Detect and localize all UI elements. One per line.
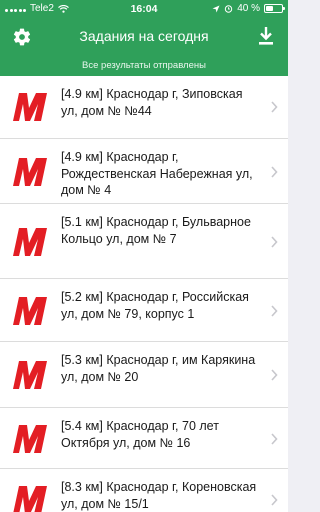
- magnit-m-logo-icon: [13, 228, 47, 256]
- chevron-right-icon: [271, 101, 278, 113]
- task-address: [5.2 км] Краснодар г, Российская ул, дом…: [61, 290, 249, 321]
- task-row[interactable]: [5.4 км] Краснодар г, 70 лет Октября ул,…: [0, 407, 288, 468]
- chevron-right-icon: [271, 305, 278, 317]
- chevron-right-icon: [271, 433, 278, 445]
- magnit-m-logo-icon: [13, 158, 47, 186]
- task-row[interactable]: [5.3 км] Краснодар г, им Карякина ул, до…: [0, 341, 288, 407]
- task-address: [5.3 км] Краснодар г, им Карякина ул, до…: [61, 353, 256, 384]
- task-row[interactable]: [5.1 км] Краснодар г, Бульварное Кольцо …: [0, 203, 288, 278]
- app-header: Tele2 16:04 40 % Задания на сегодня Все …: [0, 0, 288, 76]
- chevron-right-icon: [271, 166, 278, 178]
- magnit-m-logo-icon: [13, 425, 47, 453]
- battery-icon: [264, 4, 285, 13]
- page-title: Задания на сегодня: [79, 28, 209, 44]
- magnit-m-logo-icon: [13, 297, 47, 325]
- location-arrow-icon: [212, 5, 220, 12]
- task-address: [4.9 км] Краснодар г, Рождественская Наб…: [61, 150, 253, 197]
- magnit-m-logo-icon: [13, 361, 47, 389]
- magnit-m-logo-icon: [13, 486, 47, 512]
- task-row[interactable]: [8.3 км] Краснодар г, Кореновская ул, до…: [0, 468, 288, 512]
- chevron-right-icon: [271, 494, 278, 506]
- task-row[interactable]: [4.9 км] Краснодар г, Рождественская Наб…: [0, 138, 288, 203]
- sync-status-text: Все результаты отправлены: [82, 60, 206, 71]
- task-address: [4.9 км] Краснодар г, Зиповская ул, дом …: [61, 87, 243, 118]
- task-list: [4.9 км] Краснодар г, Зиповская ул, дом …: [0, 76, 288, 512]
- status-bar: Tele2 16:04 40 %: [0, 0, 288, 18]
- nav-bar: Задания на сегодня: [0, 22, 288, 52]
- task-address: [5.4 км] Краснодар г, 70 лет Октября ул,…: [61, 419, 219, 450]
- battery-percent: 40 %: [237, 3, 260, 14]
- task-address: [5.1 км] Краснодар г, Бульварное Кольцо …: [61, 215, 251, 246]
- magnit-m-logo-icon: [13, 93, 47, 121]
- status-right: 40 %: [212, 3, 285, 14]
- task-row[interactable]: [5.2 км] Краснодар г, Российская ул, дом…: [0, 278, 288, 341]
- download-icon[interactable]: [258, 26, 274, 46]
- task-address: [8.3 км] Краснодар г, Кореновская ул, до…: [61, 480, 257, 511]
- chevron-right-icon: [271, 369, 278, 381]
- alarm-icon: [225, 5, 233, 13]
- task-row[interactable]: [4.9 км] Краснодар г, Зиповская ул, дом …: [0, 76, 288, 138]
- chevron-right-icon: [271, 236, 278, 248]
